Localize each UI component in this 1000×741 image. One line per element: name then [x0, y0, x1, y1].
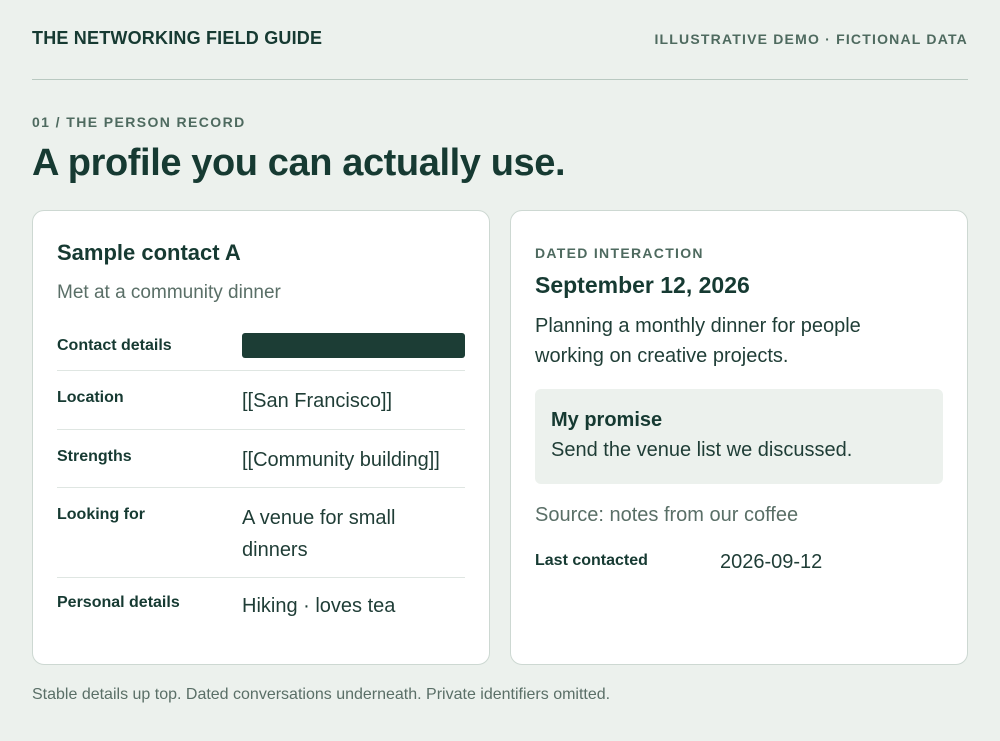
promise-title: My promise — [551, 409, 663, 431]
page: THE NETWORKING FIELD GUIDE ILLUSTRATIVE … — [0, 0, 1000, 741]
redacted-contact-details — [242, 333, 465, 358]
promise-text: Send the venue list we discussed. — [551, 439, 853, 461]
field-row-location: Location [[San Francisco]] — [57, 371, 465, 430]
field-value-looking-for: A venue for small dinners — [242, 507, 396, 561]
profile-card: Sample contact A Met at a community dinn… — [32, 210, 490, 665]
top-bar: THE NETWORKING FIELD GUIDE ILLUSTRATIVE … — [32, 0, 968, 80]
field-label: Contact details — [57, 336, 172, 354]
interaction-card: DATED INTERACTION September 12, 2026 Pla… — [510, 210, 968, 665]
field-label: Strengths — [57, 448, 132, 465]
field-row-contact-details: Contact details — [57, 325, 465, 371]
last-contacted-label: Last contacted — [535, 552, 648, 569]
field-row-looking-for: Looking for A venue for small dinners — [57, 488, 465, 578]
interaction-summary: Planning a monthly dinner for people wor… — [535, 315, 861, 367]
interaction-eyebrow: DATED INTERACTION — [535, 245, 704, 261]
brand-title: THE NETWORKING FIELD GUIDE — [32, 28, 323, 48]
field-label: Location — [57, 389, 124, 406]
field-row-personal-details: Personal details Hiking · loves tea — [57, 578, 465, 638]
section-eyebrow: 01 / THE PERSON RECORD — [32, 114, 246, 130]
field-label: Looking for — [57, 506, 145, 523]
field-value-location: [[San Francisco]] — [242, 390, 393, 412]
interaction-source: Source: notes from our coffee — [535, 504, 799, 526]
last-contacted-row: Last contacted 2026-09-12 — [535, 548, 943, 576]
field-value-personal-details: Hiking · loves tea — [242, 595, 396, 617]
last-contacted-value: 2026-09-12 — [720, 551, 823, 573]
field-value-strengths: [[Community building]] — [242, 449, 440, 471]
promise-box: My promise Send the venue list we discus… — [535, 389, 943, 484]
contact-name: Sample contact A — [57, 240, 241, 265]
interaction-date: September 12, 2026 — [535, 272, 750, 298]
demo-tagline: ILLUSTRATIVE DEMO · FICTIONAL DATA — [654, 30, 968, 47]
contact-subtitle: Met at a community dinner — [57, 282, 281, 303]
footnote: Stable details up top. Dated conversatio… — [32, 686, 611, 703]
field-label: Personal details — [57, 594, 180, 611]
field-row-strengths: Strengths [[Community building]] — [57, 430, 465, 488]
page-title: A profile you can actually use. — [32, 142, 566, 184]
profile-fields: Contact details Location [[San Francisco… — [57, 325, 465, 638]
